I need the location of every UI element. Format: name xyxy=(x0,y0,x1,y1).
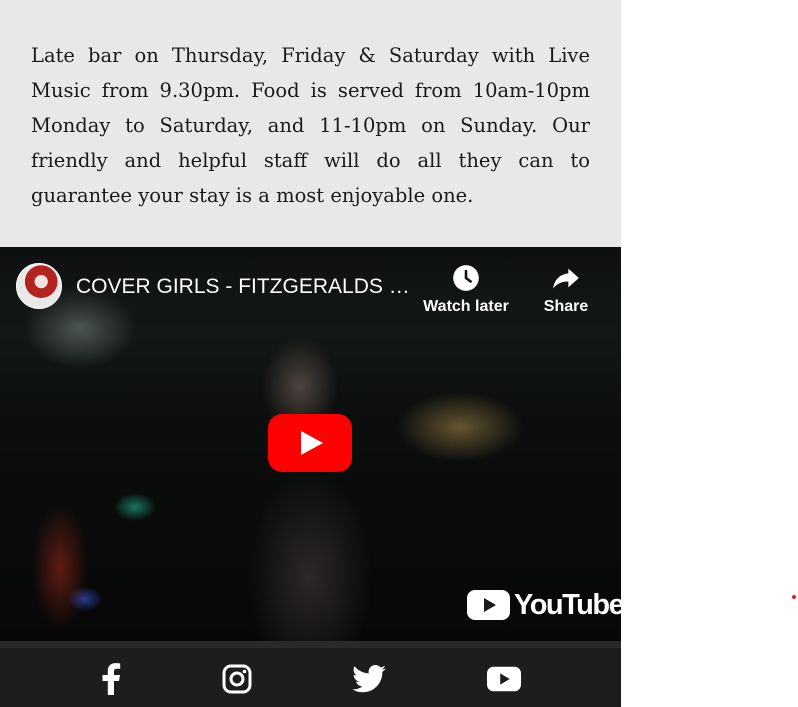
instagram-icon xyxy=(222,664,252,694)
watch-later-button[interactable]: Watch later xyxy=(421,264,511,316)
youtube-play-icon xyxy=(467,590,510,620)
youtube-logo[interactable]: YouTube xyxy=(467,588,621,621)
youtube-link[interactable] xyxy=(487,662,521,696)
red-dot-marker xyxy=(792,595,796,599)
embedded-video[interactable]: COVER GIRLS - FITZGERALDS BAR Watch late… xyxy=(0,247,621,641)
youtube-wordmark: YouTube xyxy=(514,588,621,621)
channel-avatar[interactable] xyxy=(16,263,62,309)
facebook-icon xyxy=(102,663,121,695)
share-arrow-icon xyxy=(553,268,579,289)
social-bar xyxy=(0,641,621,707)
video-title[interactable]: COVER GIRLS - FITZGERALDS BAR xyxy=(76,275,412,299)
share-button[interactable]: Share xyxy=(537,264,595,316)
instagram-link[interactable] xyxy=(220,662,254,696)
watch-later-label: Watch later xyxy=(423,298,509,315)
intro-text: Late bar on Thursday, Friday & Saturday … xyxy=(31,44,590,207)
clock-icon xyxy=(453,265,479,291)
twitter-link[interactable] xyxy=(352,662,386,696)
youtube-icon xyxy=(487,666,521,692)
social-bar-divider xyxy=(0,641,621,648)
twitter-icon xyxy=(352,665,386,693)
play-button[interactable] xyxy=(268,414,352,472)
facebook-link[interactable] xyxy=(94,662,128,696)
share-label: Share xyxy=(543,298,589,315)
intro-panel: Late bar on Thursday, Friday & Saturday … xyxy=(0,0,621,247)
